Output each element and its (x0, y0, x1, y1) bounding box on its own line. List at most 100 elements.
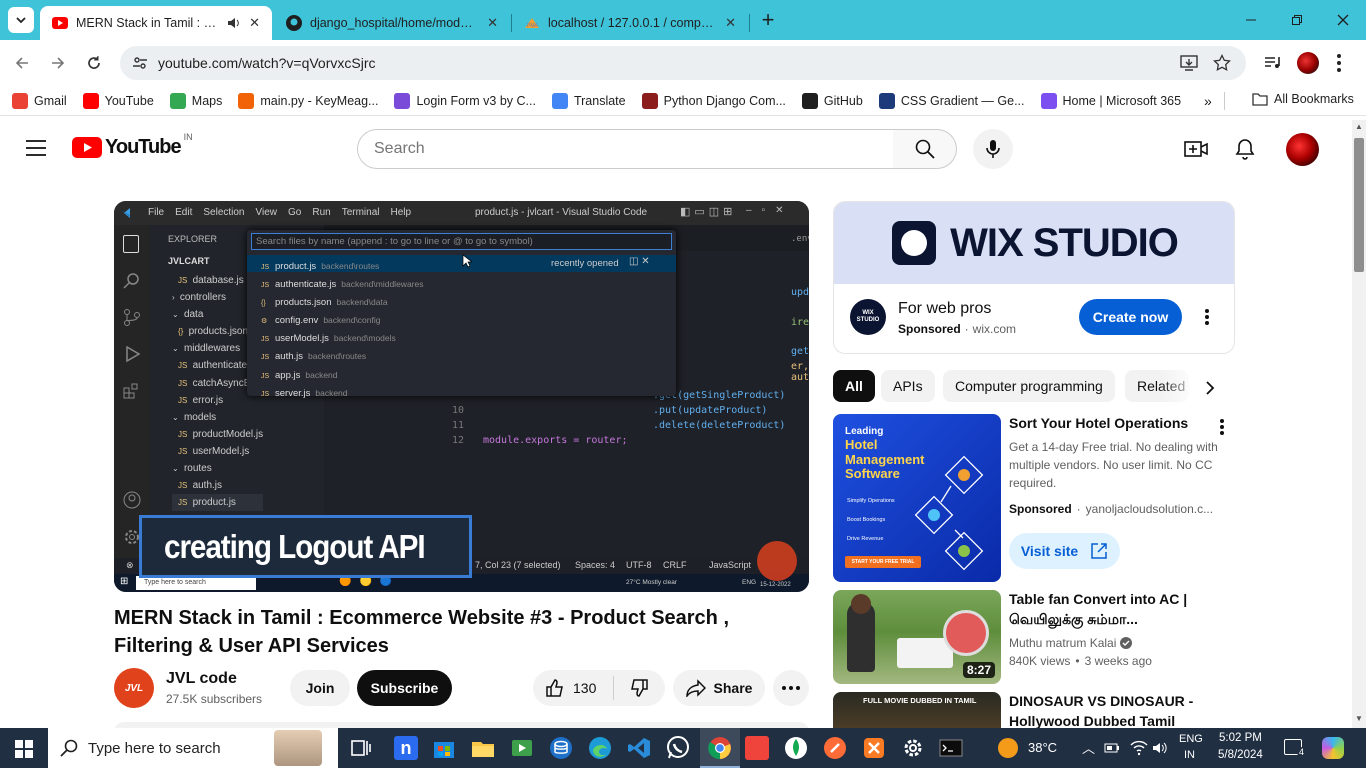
share-button[interactable]: Share (673, 670, 765, 706)
speaker-icon[interactable] (227, 16, 241, 30)
channel-name[interactable]: JVL code (166, 670, 237, 688)
create-button[interactable] (1176, 129, 1216, 169)
bookmark-item[interactable]: main.py - KeyMeag... (230, 92, 386, 109)
postman-icon[interactable] (823, 736, 847, 760)
rec-title[interactable]: Table fan Convert into AC | வெயிலுக்கு ச… (1009, 589, 1219, 629)
like-button[interactable]: 130 (533, 670, 613, 706)
explorer-item: JS userModel.js (178, 445, 250, 457)
channel-avatar[interactable]: JVL (114, 668, 154, 708)
copilot-icon[interactable] (1322, 737, 1344, 759)
tab-phpmyadmin[interactable]: PMA localhost / 127.0.0.1 / company ✕ (512, 6, 748, 40)
more-vert-icon[interactable] (1336, 53, 1342, 73)
media-control-icon[interactable] (1263, 54, 1281, 72)
file-explorer-icon[interactable] (471, 736, 495, 760)
weather-icon[interactable] (998, 738, 1018, 758)
notion-icon[interactable]: n (394, 736, 418, 760)
bookmark-item[interactable]: Translate (544, 92, 634, 109)
taskbar-search[interactable]: Type here to search (48, 728, 338, 768)
rec-title[interactable]: Sort Your Hotel Operations (1009, 413, 1209, 433)
chevron-right-icon[interactable] (1205, 380, 1215, 396)
quick-open-result: JS server.js backend (261, 385, 423, 403)
battery-icon[interactable] (1104, 741, 1120, 755)
bookmark-item[interactable]: YouTube (75, 92, 162, 109)
install-app-icon[interactable] (1180, 55, 1198, 71)
address-bar[interactable]: youtube.com/watch?v=qVorvxcSjrc (120, 46, 1246, 80)
vscode-menu-item: Run (312, 207, 331, 218)
bookmark-item[interactable]: Gmail (4, 92, 75, 109)
chip-all[interactable]: All (833, 370, 875, 402)
database-icon[interactable] (549, 736, 573, 760)
notifications-button[interactable] (1225, 129, 1265, 169)
more-bookmarks-icon[interactable]: » (1204, 93, 1212, 109)
bookmark-item[interactable]: GitHub (794, 92, 871, 109)
more-vert-icon[interactable] (1204, 308, 1210, 326)
microsoft-store-icon[interactable] (432, 736, 456, 760)
scrollbar-thumb[interactable] (1354, 138, 1364, 272)
youtube-logo[interactable]: YouTube IN (72, 132, 193, 159)
scroll-down-icon[interactable]: ▼ (1355, 714, 1363, 723)
close-tab-icon[interactable]: ✕ (487, 15, 498, 31)
url-text: youtube.com/watch?v=qVorvxcSjrc (158, 55, 376, 71)
close-tab-icon[interactable]: ✕ (725, 15, 736, 31)
tab-youtube[interactable]: MERN Stack in Tamil : Ecom ✕ (40, 6, 272, 40)
rec-thumbnail[interactable]: FULL MOVIE DUBBED IN TAMIL (833, 692, 1001, 728)
dislike-button[interactable] (614, 670, 664, 706)
close-window-button[interactable] (1328, 6, 1358, 34)
media-player-icon[interactable] (510, 736, 534, 760)
voice-search-button[interactable] (973, 129, 1013, 169)
maximize-button[interactable] (1282, 6, 1312, 34)
search-icon (60, 739, 78, 757)
minimize-button[interactable] (1236, 6, 1266, 34)
visit-site-button[interactable]: Visit site (1009, 533, 1120, 569)
forward-icon[interactable] (50, 55, 66, 71)
volume-icon[interactable] (1152, 740, 1168, 756)
account-avatar[interactable] (1286, 133, 1319, 166)
scroll-up-icon[interactable]: ▲ (1355, 122, 1363, 131)
anydesk-icon[interactable] (745, 736, 769, 760)
site-info-icon[interactable] (132, 55, 148, 71)
chevron-up-icon[interactable]: ︿ (1082, 738, 1095, 757)
more-actions-button[interactable] (773, 670, 809, 706)
ad-banner[interactable]: WIX STUDIO (834, 202, 1234, 284)
reload-icon[interactable] (86, 55, 102, 71)
bookmark-star-icon[interactable] (1213, 54, 1231, 72)
bookmark-item[interactable]: CSS Gradient — Ge... (871, 92, 1033, 109)
tab-search-button[interactable] (8, 7, 34, 33)
edge-icon[interactable] (588, 736, 612, 760)
bookmark-item[interactable]: Login Form v3 by C... (386, 92, 544, 109)
all-bookmarks[interactable]: All Bookmarks (1244, 92, 1362, 106)
wifi-icon[interactable] (1130, 740, 1148, 756)
rec-thumbnail[interactable]: 8:27 (833, 590, 1001, 684)
task-view-icon[interactable] (349, 736, 373, 760)
tab-github[interactable]: django_hospital/home/models. ✕ (274, 6, 510, 40)
terminal-icon[interactable] (939, 736, 963, 760)
subscribe-button[interactable]: Subscribe (357, 670, 452, 706)
close-tab-icon[interactable]: ✕ (249, 15, 260, 31)
chrome-taskbar-button[interactable] (700, 728, 740, 768)
join-button[interactable]: Join (290, 670, 350, 706)
new-tab-button[interactable]: + (756, 7, 780, 32)
rec-thumbnail[interactable]: Leading Hotel Management Software Simpli… (833, 414, 1001, 582)
page-scrollbar[interactable]: ▲ ▼ (1352, 120, 1366, 728)
menu-icon[interactable] (26, 140, 46, 156)
bookmark-item[interactable]: Python Django Com... (634, 92, 794, 109)
bookmark-item[interactable]: Home | Microsoft 365 (1033, 92, 1190, 109)
chip-computer-programming[interactable]: Computer programming (943, 370, 1115, 402)
xampp-icon[interactable] (862, 736, 886, 760)
youtube-logo-icon (72, 137, 102, 158)
profile-avatar[interactable] (1297, 52, 1319, 74)
more-vert-icon[interactable] (1219, 418, 1225, 436)
whatsapp-icon[interactable] (666, 736, 690, 760)
search-button[interactable] (893, 129, 957, 169)
back-icon[interactable] (14, 55, 30, 71)
mongodb-icon[interactable] (784, 736, 808, 760)
bookmark-item[interactable]: Maps (162, 92, 231, 109)
settings-icon[interactable] (901, 736, 925, 760)
ad-card[interactable]: WIX STUDIO WIX STUDIO For web pros Spons… (833, 201, 1235, 354)
video-player[interactable]: File Edit Selection View Go Run Terminal Help p… (114, 201, 809, 592)
windows-start-icon[interactable] (15, 740, 33, 758)
ad-cta-button[interactable]: Create now (1079, 299, 1182, 335)
vscode-icon[interactable] (627, 736, 651, 760)
search-input[interactable]: Search (357, 129, 894, 169)
chip-apis[interactable]: APIs (881, 370, 935, 402)
